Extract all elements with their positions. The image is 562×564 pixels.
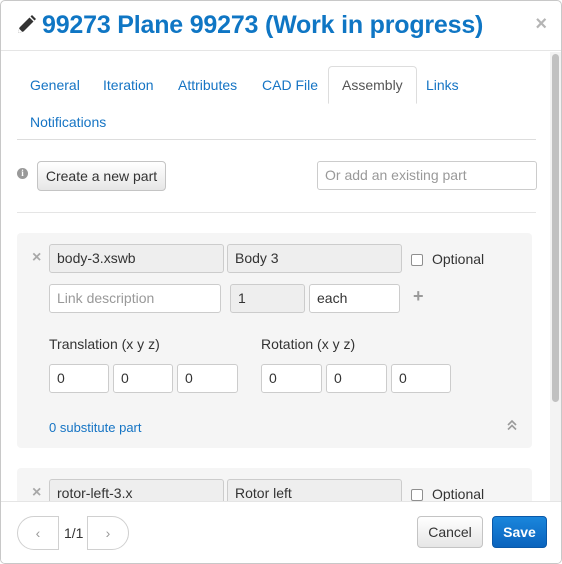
- substitute-parts-link[interactable]: 0 substitute part: [49, 420, 142, 435]
- info-icon: i: [17, 168, 28, 179]
- modal-title: 99273 Plane 99273 (Work in progress): [42, 11, 484, 39]
- remove-part-icon[interactable]: ×: [32, 249, 41, 267]
- unit-field[interactable]: each: [309, 284, 400, 313]
- scrollbar-thumb[interactable]: [552, 54, 559, 402]
- rotation-label: Rotation (x y z): [261, 336, 356, 352]
- translation-x-field[interactable]: 0: [49, 364, 109, 393]
- chevron-double-up-icon[interactable]: [506, 419, 518, 431]
- optional-checkbox[interactable]: [411, 254, 423, 266]
- existing-part-input[interactable]: Or add an existing part: [317, 161, 537, 190]
- previous-page-button[interactable]: ‹: [17, 516, 59, 550]
- next-page-button[interactable]: ›: [87, 516, 129, 550]
- part-file-name-field[interactable]: body-3.xswb: [49, 244, 224, 273]
- tab-cad-file[interactable]: CAD File: [249, 66, 331, 104]
- tab-bar: General Iteration Attributes CAD File As…: [17, 66, 536, 142]
- modal-body[interactable]: General Iteration Attributes CAD File As…: [1, 52, 550, 501]
- tab-general[interactable]: General: [17, 66, 93, 104]
- part-card: × rotor-left-3.x Rotor left Optional: [17, 468, 532, 501]
- translation-z-field[interactable]: 0: [177, 364, 238, 393]
- create-new-part-button[interactable]: Create a new part: [37, 161, 166, 191]
- edit-part-modal: 99273 Plane 99273 (Work in progress) × G…: [0, 0, 562, 564]
- optional-label: Optional: [432, 251, 485, 267]
- optional-label: Optional: [432, 486, 485, 501]
- part-name-field[interactable]: Rotor left: [227, 479, 402, 501]
- remove-part-icon[interactable]: ×: [32, 484, 41, 501]
- save-button[interactable]: Save: [492, 516, 547, 548]
- tab-divider: [17, 139, 536, 140]
- cancel-button[interactable]: Cancel: [417, 516, 483, 548]
- tab-attributes[interactable]: Attributes: [165, 66, 250, 104]
- tab-links[interactable]: Links: [413, 66, 472, 104]
- tab-iteration[interactable]: Iteration: [90, 66, 167, 104]
- translation-y-field[interactable]: 0: [113, 364, 173, 393]
- scrollbar[interactable]: [550, 52, 561, 501]
- rotation-x-field[interactable]: 0: [261, 364, 322, 393]
- pencil-icon: [18, 15, 36, 33]
- close-icon[interactable]: ×: [535, 13, 547, 35]
- modal-header: 99273 Plane 99273 (Work in progress) ×: [1, 1, 561, 51]
- tab-notifications[interactable]: Notifications: [17, 103, 119, 141]
- tab-assembly[interactable]: Assembly: [328, 66, 417, 104]
- add-quantity-icon[interactable]: +: [413, 286, 424, 307]
- part-file-name-field[interactable]: rotor-left-3.x: [49, 479, 224, 501]
- rotation-z-field[interactable]: 0: [391, 364, 451, 393]
- quantity-field[interactable]: 1: [230, 284, 305, 313]
- rotation-y-field[interactable]: 0: [326, 364, 387, 393]
- link-description-input[interactable]: Link description: [49, 284, 221, 313]
- part-card: × body-3.xswb Body 3 Optional Link descr…: [17, 233, 532, 448]
- translation-label: Translation (x y z): [49, 336, 160, 352]
- toolbar-divider: [17, 212, 536, 213]
- optional-checkbox[interactable]: [411, 489, 423, 501]
- part-name-field[interactable]: Body 3: [227, 244, 402, 273]
- modal-footer: ‹ 1/1 › Cancel Save: [1, 501, 561, 563]
- page-indicator: 1/1: [64, 525, 84, 541]
